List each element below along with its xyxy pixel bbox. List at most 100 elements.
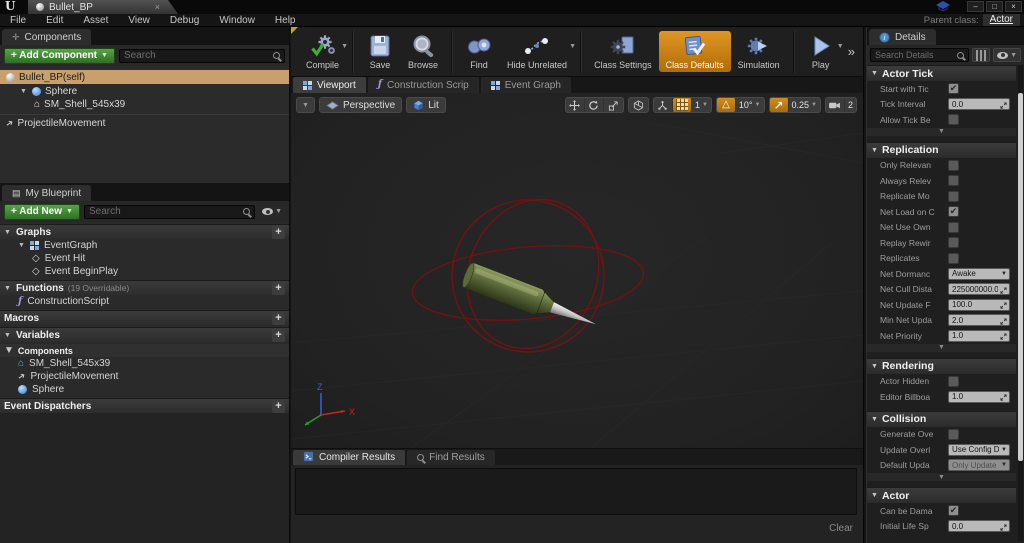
dropdown-field[interactable]: Use Config Default▼	[948, 444, 1010, 456]
value-field[interactable]: 0.0	[948, 520, 1010, 532]
details-scrollbar[interactable]	[1018, 65, 1023, 541]
perspective-button[interactable]: Perspective	[319, 97, 402, 113]
checkbox[interactable]	[948, 114, 959, 125]
tab-my-blueprint[interactable]: ▤ My Blueprint	[2, 185, 91, 201]
menu-file[interactable]: File	[0, 14, 36, 27]
checkbox[interactable]	[948, 376, 959, 387]
section-header-variables[interactable]: ▼Variables+	[0, 327, 289, 342]
toolbar-overflow-button[interactable]: »	[848, 44, 863, 59]
property-visibility-button[interactable]: ▼	[993, 48, 1021, 62]
document-tab[interactable]: Bullet_BP ×	[28, 0, 178, 14]
checkbox[interactable]	[948, 429, 959, 440]
dropdown-field[interactable]: Awake▼	[948, 268, 1010, 280]
viewport-3d-scene[interactable]: Z X	[291, 93, 863, 448]
section-header-graphs[interactable]: ▼Graphs+	[0, 224, 289, 239]
list-item[interactable]: Sphere	[0, 383, 289, 396]
expander-icon[interactable]: ▼	[871, 416, 878, 423]
play-button[interactable]: Play▼	[800, 31, 842, 72]
simulation-button[interactable]: Simulation	[731, 31, 787, 72]
tab-components[interactable]: ✛ Components	[2, 29, 91, 45]
expander-icon[interactable]: ▼	[871, 147, 878, 154]
expander-icon[interactable]: ▼	[871, 363, 878, 370]
rotation-snap-value-button[interactable]: 10°▼	[736, 100, 764, 110]
checkbox[interactable]	[948, 160, 959, 171]
menu-window[interactable]: Window	[209, 14, 265, 27]
expander-icon[interactable]: ▼	[20, 88, 28, 95]
expander-icon[interactable]: ▼	[871, 70, 878, 77]
tab-close-icon[interactable]: ×	[155, 2, 160, 12]
save-button[interactable]: Save	[359, 31, 401, 72]
tab-viewport[interactable]: Viewport	[293, 77, 366, 93]
add-new-button[interactable]: + Add New▼	[4, 204, 80, 220]
list-item[interactable]: ◇Event Hit	[0, 252, 289, 265]
camera-speed-button[interactable]	[826, 98, 845, 112]
tab-event-graph[interactable]: Event Graph	[481, 77, 571, 93]
menu-debug[interactable]: Debug	[160, 14, 209, 27]
value-field[interactable]: 225000000.0	[948, 283, 1010, 295]
tree-row[interactable]: Bullet_BP(self)	[0, 70, 289, 84]
checkbox[interactable]: ✔	[948, 83, 959, 94]
tree-row[interactable]: ➔ProjectileMovement	[0, 117, 289, 130]
section-header-components[interactable]: ▼Components	[0, 344, 289, 357]
add-item-button[interactable]: +	[272, 226, 285, 239]
list-item[interactable]: ⌂SM_Shell_545x39	[0, 357, 289, 370]
add-item-button[interactable]: +	[272, 282, 285, 295]
rotation-snap-toggle-button[interactable]: △	[717, 98, 736, 112]
column-view-button[interactable]	[972, 48, 990, 62]
chevron-down-icon[interactable]: ▼	[569, 43, 576, 50]
dropdown-field[interactable]: Only Update Movabl▼	[948, 459, 1010, 471]
grid-snap-value-button[interactable]: 1▼	[692, 100, 711, 110]
value-field[interactable]: 1.0	[948, 391, 1010, 403]
expander-icon[interactable]: ▼	[4, 345, 14, 356]
expand-more-button[interactable]: ▼	[867, 128, 1016, 136]
expander-icon[interactable]: ▼	[18, 242, 25, 249]
checkbox[interactable]	[948, 253, 959, 264]
add-item-button[interactable]: +	[272, 329, 285, 342]
section-header[interactable]: ▼Actor Tick	[867, 65, 1016, 81]
maximize-button[interactable]: □	[986, 1, 1003, 12]
list-item[interactable]: ◇Event BeginPlay	[0, 265, 289, 278]
add-item-button[interactable]: +	[272, 400, 285, 413]
compiler-results-content[interactable]	[295, 468, 857, 515]
expand-more-button[interactable]: ▼	[867, 344, 1016, 352]
tutorial-cap-icon[interactable]	[936, 1, 950, 12]
details-search-input[interactable]: Search Details	[870, 48, 969, 62]
components-search-input[interactable]: Search	[119, 49, 285, 63]
checkbox[interactable]	[948, 237, 959, 248]
checkbox[interactable]	[948, 222, 959, 233]
world-local-toggle-button[interactable]	[629, 98, 648, 112]
value-field[interactable]: 1.0	[948, 330, 1010, 342]
section-header[interactable]: ▼Collision	[867, 411, 1016, 427]
section-header[interactable]: ▼Replication	[867, 142, 1016, 158]
minimize-button[interactable]: –	[967, 1, 984, 12]
section-header[interactable]: ▼Rendering	[867, 358, 1016, 374]
tab-details[interactable]: i Details	[869, 29, 936, 45]
tree-row[interactable]: ⌂SM_Shell_545x39	[0, 98, 289, 111]
menu-view[interactable]: View	[118, 14, 160, 27]
viewport[interactable]: ▼ Perspective Lit	[291, 93, 863, 448]
tree-row[interactable]: ▼Sphere	[0, 85, 289, 98]
my-blueprint-search-input[interactable]: Search	[84, 205, 255, 219]
list-item[interactable]: ▼EventGraph	[0, 239, 289, 252]
class-settings-button[interactable]: Class Settings	[587, 31, 659, 72]
rotate-tool-button[interactable]	[585, 98, 604, 112]
scale-tool-button[interactable]	[604, 98, 623, 112]
move-tool-button[interactable]	[566, 98, 585, 112]
menu-edit[interactable]: Edit	[36, 14, 73, 27]
checkbox[interactable]	[948, 175, 959, 186]
checkbox[interactable]: ✔	[948, 206, 959, 217]
checkbox[interactable]: ✔	[948, 505, 959, 516]
browse-button[interactable]: Browse	[401, 31, 445, 72]
expander-icon[interactable]: ▼	[4, 332, 12, 339]
value-field[interactable]: 100.0	[948, 299, 1010, 311]
expander-icon[interactable]: ▼	[871, 492, 878, 499]
grid-snap-toggle-button[interactable]	[673, 98, 692, 112]
parent-class-link[interactable]: Actor	[983, 14, 1020, 26]
chevron-down-icon[interactable]: ▼	[837, 43, 844, 50]
find-button[interactable]: Find	[458, 31, 500, 72]
expander-icon[interactable]: ▼	[4, 229, 12, 236]
list-item[interactable]: ➔ProjectileMovement	[0, 370, 289, 383]
clear-button[interactable]: Clear	[829, 523, 853, 534]
section-header-event-dispatchers[interactable]: Event Dispatchers+	[0, 398, 289, 413]
menu-help[interactable]: Help	[265, 14, 306, 27]
